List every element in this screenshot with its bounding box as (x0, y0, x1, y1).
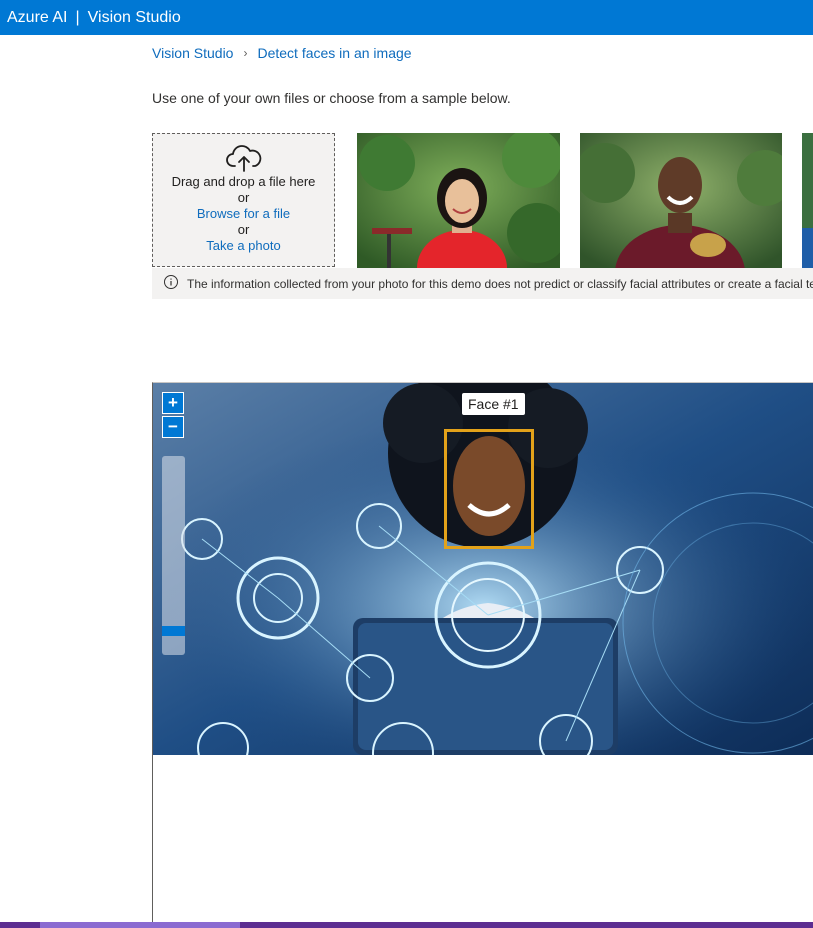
face-bounding-box[interactable] (444, 429, 534, 549)
or-text: or (237, 222, 250, 237)
or-text: or (237, 190, 250, 205)
upload-dropzone[interactable]: Drag and drop a file here or Browse for … (152, 133, 335, 267)
cloud-upload-icon (153, 144, 334, 174)
breadcrumb: Vision Studio › Detect faces in an image (152, 45, 412, 61)
zoom-slider[interactable] (162, 456, 185, 655)
breadcrumb-detect-faces[interactable]: Detect faces in an image (257, 45, 411, 61)
browse-file-link[interactable]: Browse for a file (153, 206, 334, 222)
zoom-slider-thumb[interactable] (162, 626, 185, 637)
take-photo-link[interactable]: Take a photo (153, 238, 334, 254)
breadcrumb-vision-studio[interactable]: Vision Studio (152, 45, 233, 61)
notice-text: The information collected from your phot… (187, 276, 813, 291)
zoom-in-button[interactable]: + (162, 392, 184, 414)
zoom-out-button[interactable]: − (162, 416, 184, 438)
privacy-notice: The information collected from your phot… (152, 268, 813, 299)
product-name[interactable]: Vision Studio (88, 9, 181, 27)
taskbar-strip (0, 922, 813, 928)
info-icon (163, 274, 179, 293)
sample-image-3[interactable] (802, 133, 813, 268)
instructions-text: Use one of your own files or choose from… (152, 90, 511, 106)
sample-image-1[interactable] (357, 133, 560, 268)
brand-separator: | (75, 8, 80, 26)
taskbar-highlight (40, 922, 240, 928)
chevron-right-icon: › (243, 46, 248, 60)
image-viewer[interactable]: + − Face #1 (152, 382, 813, 928)
sample-image-2[interactable] (580, 133, 782, 268)
top-bar: Azure AI | Vision Studio (0, 0, 813, 35)
drag-drop-text: Drag and drop a file here (171, 174, 316, 189)
face-label: Face #1 (462, 393, 525, 415)
brand-name[interactable]: Azure AI (7, 9, 67, 27)
